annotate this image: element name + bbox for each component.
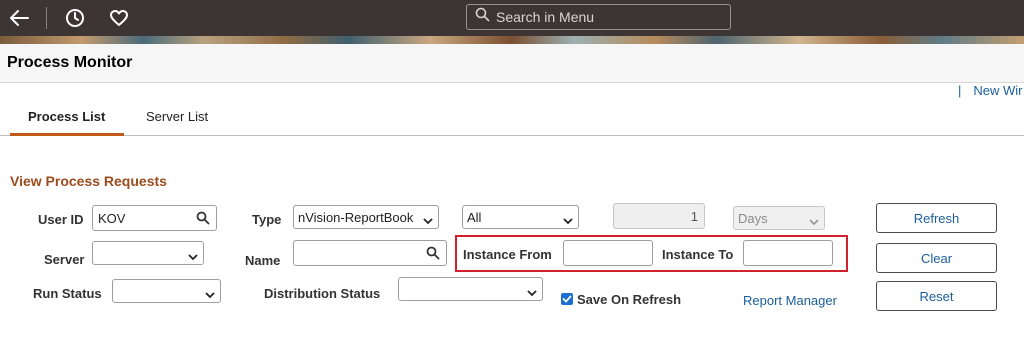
back-arrow-icon[interactable] (5, 4, 33, 32)
save-on-refresh-label[interactable]: Save On Refresh (577, 292, 681, 307)
user-id-value: KOV (98, 210, 126, 226)
type-value: nVision-ReportBook (298, 209, 414, 225)
search-placeholder: Search in Menu (496, 9, 595, 25)
top-banner: Search in Menu (0, 0, 1024, 36)
page-title: Process Monitor (7, 54, 133, 71)
chevron-down-icon (809, 214, 819, 229)
chevron-down-icon (188, 249, 198, 264)
history-clock-icon[interactable] (61, 4, 89, 32)
new-window-label: New Wir (973, 83, 1023, 98)
menu-search-input[interactable]: Search in Menu (466, 4, 731, 30)
section-title: View Process Requests (10, 173, 167, 189)
distribution-status-select[interactable] (398, 277, 543, 301)
type-label: Type (252, 212, 282, 227)
decorative-banner-strip (0, 36, 1024, 44)
user-id-input[interactable]: KOV (92, 205, 217, 231)
last-count-input: 1 (613, 203, 705, 229)
instance-to-label: Instance To (662, 247, 734, 262)
type-select[interactable]: nVision-ReportBook (293, 205, 439, 229)
save-on-refresh-checkbox[interactable] (561, 293, 573, 305)
tab-bar: Process List Server List (0, 100, 1024, 136)
name-label: Name (245, 253, 281, 268)
chevron-down-icon (205, 287, 215, 302)
tab-process-list[interactable]: Process List (28, 109, 105, 124)
link-separator: | (958, 83, 962, 98)
last-count-value: 1 (690, 208, 698, 224)
instance-from-input[interactable] (563, 240, 653, 266)
page-header: Process Monitor (0, 44, 1024, 83)
chevron-down-icon (423, 213, 433, 228)
run-status-label: Run Status (33, 286, 102, 301)
date-range-value: All (467, 209, 482, 225)
run-status-select[interactable] (112, 279, 221, 303)
chevron-down-icon (527, 285, 537, 300)
days-value: Days (738, 210, 768, 226)
user-id-lookup-icon[interactable] (196, 211, 210, 228)
chevron-down-icon (563, 213, 573, 228)
checkmark-icon (562, 295, 572, 303)
clear-button[interactable]: Clear (876, 243, 997, 273)
reset-button[interactable]: Reset (876, 281, 997, 311)
days-select: Days (733, 206, 825, 230)
instance-to-input[interactable] (743, 240, 833, 266)
tab-server-list[interactable]: Server List (146, 109, 208, 124)
favorites-heart-icon[interactable] (105, 4, 133, 32)
server-label: Server (44, 252, 85, 267)
user-id-label: User ID (38, 212, 84, 227)
instance-from-label: Instance From (463, 247, 552, 262)
search-icon (475, 7, 490, 27)
toolbar-separator (46, 7, 47, 29)
date-range-select[interactable]: All (462, 205, 579, 229)
refresh-button[interactable]: Refresh (876, 203, 997, 233)
new-window-link[interactable]: | New Wir (958, 83, 1023, 98)
distribution-status-label: Distribution Status (264, 286, 381, 301)
server-select[interactable] (92, 241, 204, 265)
active-tab-indicator (10, 133, 124, 136)
report-manager-link[interactable]: Report Manager (743, 293, 837, 308)
name-input[interactable] (293, 240, 447, 266)
name-lookup-icon[interactable] (426, 246, 440, 263)
